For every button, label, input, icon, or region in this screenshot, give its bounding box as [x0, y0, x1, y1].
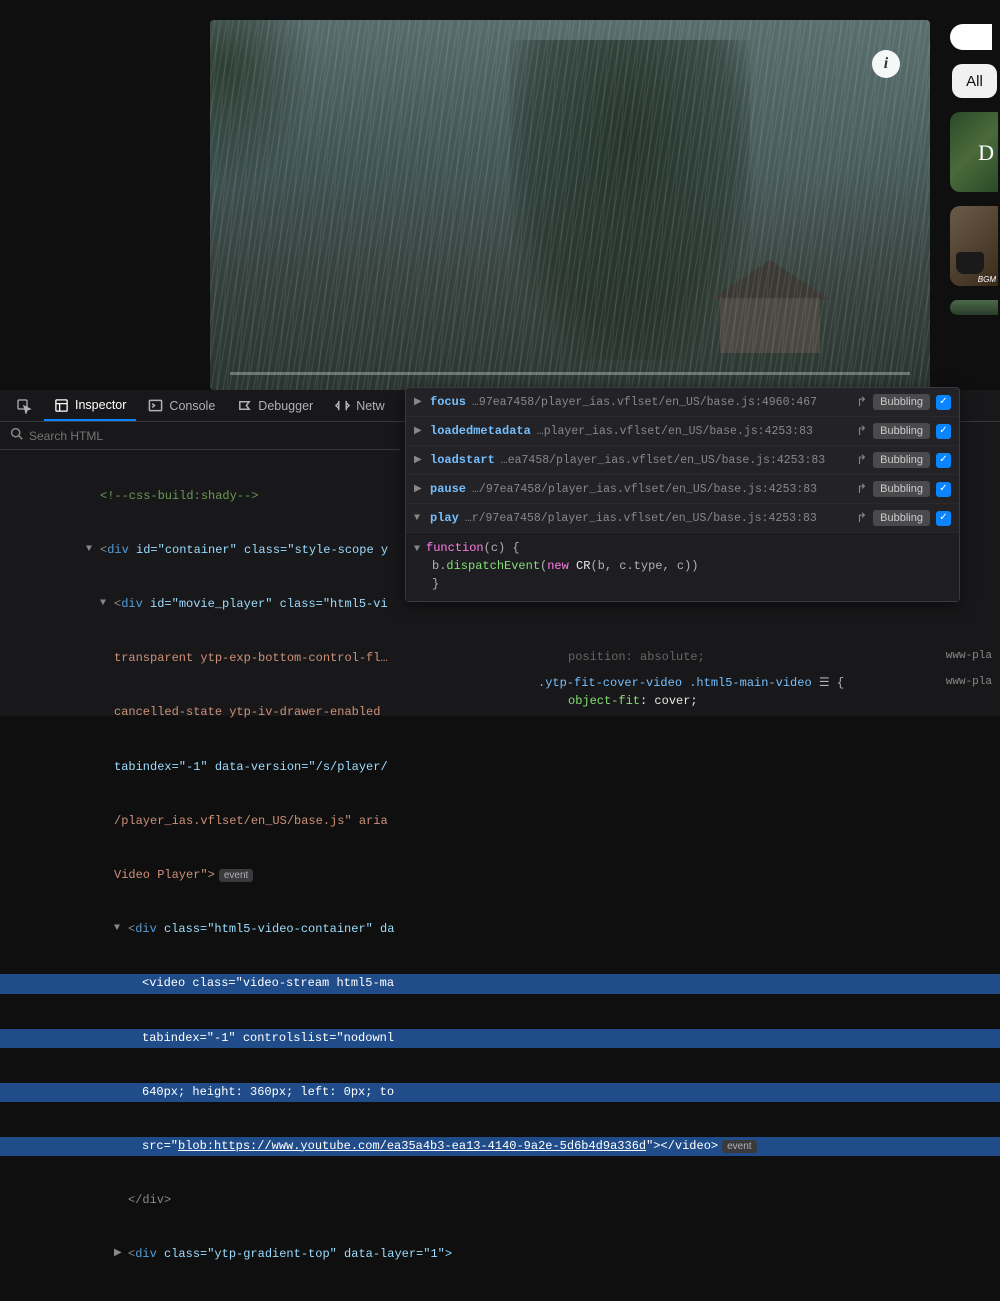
tab-label: Inspector — [75, 398, 126, 412]
event-badge[interactable]: event — [219, 869, 253, 882]
inspector-icon — [54, 398, 69, 413]
network-icon — [335, 398, 350, 413]
bubbling-badge: Bubbling — [873, 481, 930, 497]
debugger-icon — [237, 398, 252, 413]
event-name: pause — [430, 482, 466, 496]
devtools-panel: Inspector Console Debugger Netw <!--cs — [0, 390, 1000, 716]
event-source[interactable]: …r/97ea7458/player_ias.vflset/en_US/base… — [465, 512, 850, 525]
event-checkbox[interactable]: ✓ — [936, 453, 951, 468]
tab-label: Netw — [356, 399, 384, 413]
bubbling-badge: Bubbling — [873, 510, 930, 526]
twisty-icon[interactable]: ▶ — [414, 425, 424, 437]
tab-debugger[interactable]: Debugger — [227, 392, 323, 419]
goto-icon[interactable]: ↱ — [856, 395, 867, 410]
right-sidebar: All D BGM — [950, 40, 1000, 315]
css-selector[interactable]: .ytp-fit-cover-video .html5-main-video — [538, 676, 812, 690]
css-property[interactable]: object-fit — [568, 694, 640, 708]
event-name: loadstart — [430, 453, 495, 467]
tab-label: Console — [169, 399, 215, 413]
event-row-focus[interactable]: ▶ focus …97ea7458/player_ias.vflset/en_U… — [406, 388, 959, 417]
search-icon — [10, 427, 23, 444]
pick-element-button[interactable] — [6, 392, 42, 420]
event-listeners-popup: ▶ focus …97ea7458/player_ias.vflset/en_U… — [405, 387, 960, 602]
event-checkbox[interactable]: ✓ — [936, 395, 951, 410]
twisty-icon[interactable]: ▶ — [414, 483, 424, 495]
pick-element-icon — [16, 398, 32, 414]
goto-icon[interactable]: ↱ — [856, 424, 867, 439]
tab-console[interactable]: Console — [138, 392, 225, 419]
video-player[interactable]: i — [210, 20, 930, 390]
twisty-icon[interactable]: ▶ — [414, 396, 424, 408]
css-source-link[interactable]: www-pla — [946, 674, 992, 691]
event-name: play — [430, 511, 459, 525]
event-row-pause[interactable]: ▶ pause …/97ea7458/player_ias.vflset/en_… — [406, 475, 959, 504]
twisty-icon[interactable]: ▼ — [86, 543, 92, 558]
video-scene — [210, 20, 930, 390]
info-icon[interactable]: i — [872, 50, 900, 78]
event-source[interactable]: …97ea7458/player_ias.vflset/en_US/base.j… — [472, 396, 850, 409]
event-badge[interactable]: event — [722, 1140, 756, 1153]
bubbling-badge: Bubbling — [873, 452, 930, 468]
rain-overlay — [210, 20, 930, 390]
twisty-icon[interactable]: ▶ — [114, 1247, 122, 1262]
recommendation-thumb-2[interactable]: BGM — [950, 206, 998, 286]
selected-node[interactable]: <video class="video-stream html5-ma — [0, 974, 1000, 993]
bubbling-badge: Bubbling — [873, 394, 930, 410]
comment-node: <!--css-build:shady--> — [100, 489, 258, 503]
css-rules-panel[interactable]: position: absolute;www-pla .ytp-fit-cove… — [530, 644, 1000, 716]
filter-chip-all[interactable]: All — [952, 64, 997, 98]
search-input[interactable] — [29, 429, 390, 443]
goto-icon[interactable]: ↱ — [856, 511, 867, 526]
event-checkbox[interactable]: ✓ — [936, 511, 951, 526]
event-row-loadstart[interactable]: ▶ loadstart …ea7458/player_ias.vflset/en… — [406, 446, 959, 475]
filter-pill[interactable] — [950, 24, 992, 50]
video-progress-bar[interactable] — [230, 372, 910, 375]
event-checkbox[interactable]: ✓ — [936, 424, 951, 439]
twisty-icon[interactable]: ▼ — [414, 544, 420, 555]
recommendation-thumb-1[interactable]: D — [950, 112, 998, 192]
twisty-icon[interactable]: ▶ — [414, 454, 424, 466]
event-row-loadedmetadata[interactable]: ▶ loadedmetadata …player_ias.vflset/en_U… — [406, 417, 959, 446]
event-row-play[interactable]: ▼ play …r/97ea7458/player_ias.vflset/en_… — [406, 504, 959, 533]
event-name: loadedmetadata — [430, 424, 531, 438]
console-icon — [148, 398, 163, 413]
event-handler-code: ▼function(c) { b.dispatchEvent(new CR(b,… — [406, 533, 959, 601]
tab-network[interactable]: Netw — [325, 392, 394, 419]
thumb-badge: BGM — [978, 275, 996, 284]
twisty-icon[interactable]: ▼ — [414, 513, 424, 524]
twisty-icon[interactable]: ▼ — [114, 922, 120, 937]
event-name: focus — [430, 395, 466, 409]
bubbling-badge: Bubbling — [873, 423, 930, 439]
event-checkbox[interactable]: ✓ — [936, 482, 951, 497]
event-source[interactable]: …player_ias.vflset/en_US/base.js:4253:83 — [537, 425, 850, 438]
html-search-bar — [0, 422, 400, 450]
thumb-letter: D — [978, 140, 994, 166]
goto-icon[interactable]: ↱ — [856, 453, 867, 468]
goto-icon[interactable]: ↱ — [856, 482, 867, 497]
twisty-icon[interactable]: ▼ — [100, 597, 106, 612]
recommendation-thumb-3[interactable] — [950, 300, 998, 315]
event-source[interactable]: …ea7458/player_ias.vflset/en_US/base.js:… — [501, 454, 850, 467]
event-source[interactable]: …/97ea7458/player_ias.vflset/en_US/base.… — [472, 483, 850, 496]
tab-inspector[interactable]: Inspector — [44, 392, 136, 421]
tab-label: Debugger — [258, 399, 313, 413]
